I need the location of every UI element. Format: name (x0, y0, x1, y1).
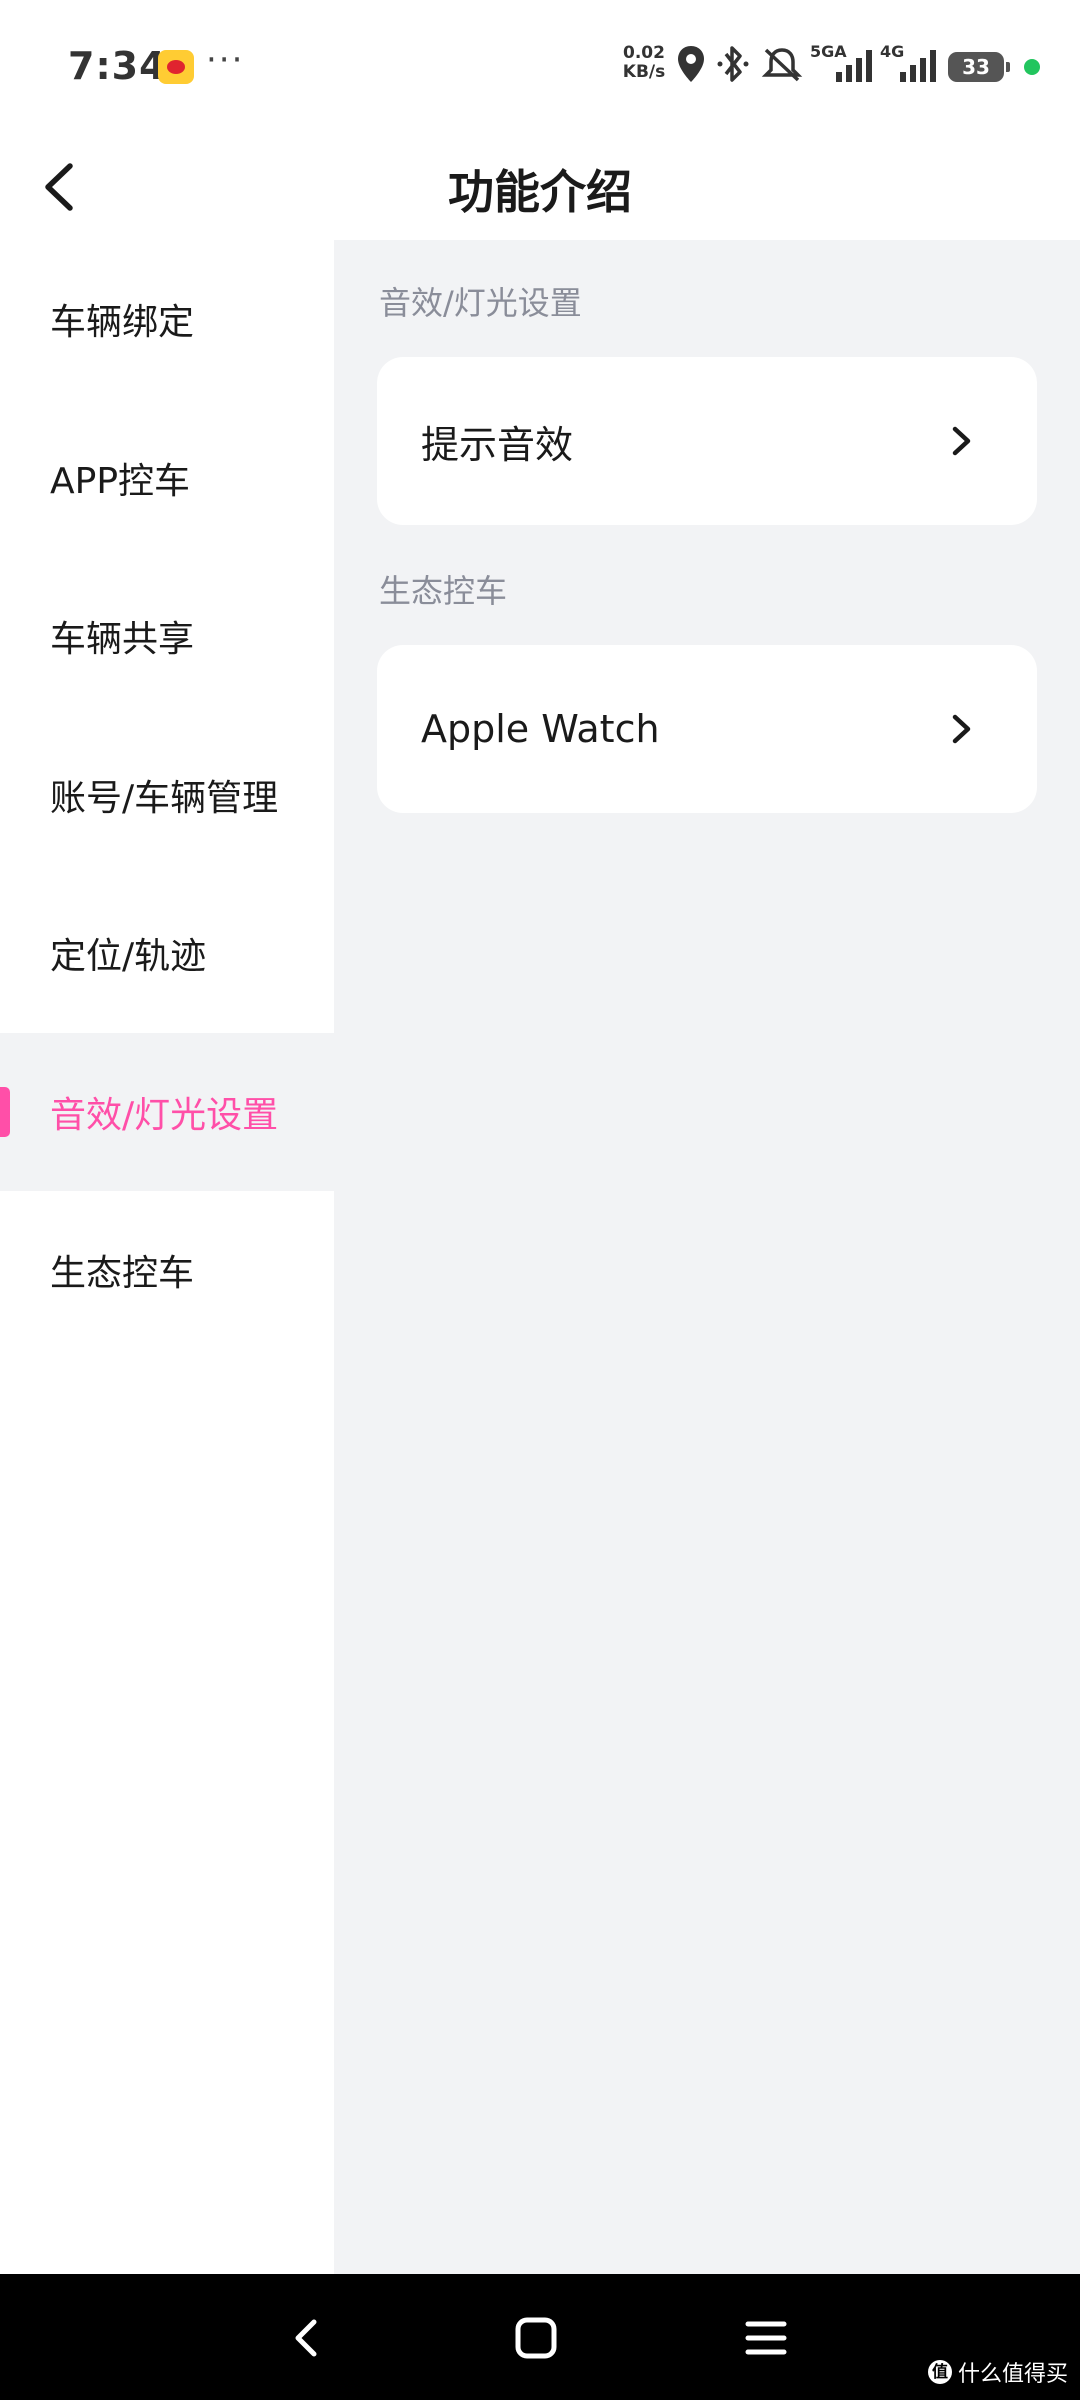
category-sidebar: 车辆绑定 APP控车 车辆共享 账号/车辆管理 定位/轨迹 音效/灯光设置 生态… (0, 240, 334, 2274)
menu-icon (745, 2321, 787, 2355)
section-title: 生态控车 (379, 572, 508, 610)
status-bar: 7:34 ··· 0.02 KB/s 5GA 4G 33 (0, 0, 1080, 134)
sidebar-item-sound-light-settings[interactable]: 音效/灯光设置 (0, 1033, 334, 1191)
sidebar-item-label: APP控车 (50, 461, 191, 502)
home-icon (515, 2317, 557, 2359)
sidebar-item-app-control[interactable]: APP控车 (0, 399, 334, 557)
top-app-bar: 功能介绍 (0, 134, 1080, 240)
feature-item-label: 提示音效 (421, 422, 574, 467)
weibo-notification-icon (158, 50, 194, 84)
mute-bell-icon (761, 48, 803, 82)
sidebar-item-ecosystem-control[interactable]: 生态控车 (0, 1191, 334, 1349)
sidebar-item-location-track[interactable]: 定位/轨迹 (0, 874, 334, 1032)
watermark: 值 什么值得买 (927, 2356, 1068, 2388)
sidebar-item-account-vehicle-management[interactable]: 账号/车辆管理 (0, 716, 334, 874)
feature-item-apple-watch[interactable]: Apple Watch (377, 645, 1037, 813)
sidebar-item-label: 定位/轨迹 (50, 936, 207, 977)
chevron-right-icon (952, 714, 971, 744)
sidebar-item-label: 生态控车 (50, 1253, 195, 1294)
location-icon (678, 46, 704, 82)
network-rate: 0.02 KB/s (620, 44, 668, 82)
watermark-text: 什么值得买 (957, 2362, 1068, 2387)
signal-4g-icon (900, 50, 936, 82)
chevron-right-icon (952, 426, 971, 456)
system-navigation-bar: 值 什么值得买 (0, 2274, 1080, 2400)
feature-item-prompt-sound[interactable]: 提示音效 (377, 357, 1037, 525)
more-notifications-indicator: ··· (206, 40, 245, 80)
back-icon (295, 2319, 317, 2357)
feature-content: 音效/灯光设置 提示音效 生态控车 Apple Watch (334, 240, 1080, 2274)
sidebar-item-label: 音效/灯光设置 (50, 1095, 279, 1136)
status-dot (1024, 59, 1040, 75)
network-rate-value: 0.02 (623, 43, 665, 63)
active-indicator (0, 1087, 10, 1137)
status-time: 7:34 (68, 44, 167, 88)
sidebar-item-label: 车辆绑定 (50, 302, 195, 343)
battery-icon: 33 (948, 52, 1010, 82)
watermark-logo: 值 (927, 2360, 952, 2384)
sidebar-item-vehicle-binding[interactable]: 车辆绑定 (0, 240, 334, 398)
sidebar-item-label: 车辆共享 (50, 619, 195, 660)
sidebar-item-vehicle-sharing[interactable]: 车辆共享 (0, 557, 334, 715)
nav-menu-button[interactable] (738, 2310, 794, 2366)
nav-home-button[interactable] (508, 2310, 564, 2366)
feature-item-label: Apple Watch (421, 707, 660, 751)
bluetooth-icon (717, 46, 749, 82)
signal-5ga-icon (836, 50, 872, 82)
nav-back-button[interactable] (280, 2310, 336, 2366)
page-title: 功能介绍 (448, 165, 632, 219)
sidebar-item-label: 账号/车辆管理 (50, 778, 279, 819)
section-title: 音效/灯光设置 (379, 284, 582, 322)
network-rate-unit: KB/s (622, 62, 666, 82)
